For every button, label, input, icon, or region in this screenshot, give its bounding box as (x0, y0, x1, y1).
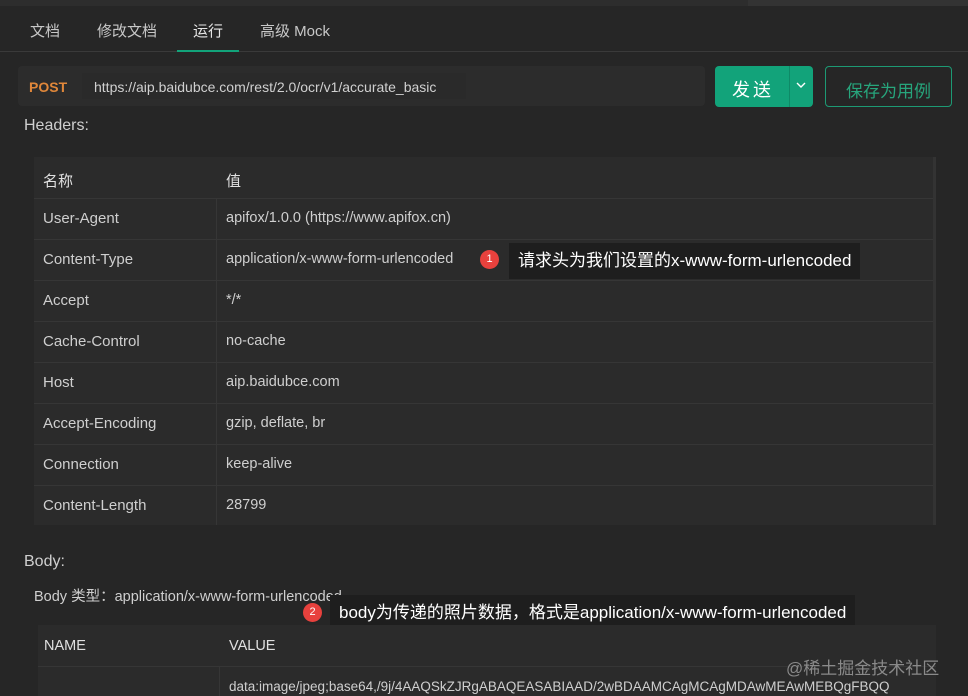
send-button-divider (789, 66, 790, 107)
header-name: Host (43, 374, 74, 391)
header-value: apifox/1.0.0 (https://www.apifox.cn) (226, 210, 451, 226)
column-divider (219, 667, 220, 696)
http-method[interactable]: POST (29, 79, 67, 95)
watermark: @稀土掘金技术社区 (786, 659, 940, 678)
header-value: */* (226, 292, 242, 308)
header-value: no-cache (226, 333, 286, 349)
header-name: Cache-Control (43, 333, 140, 350)
save-as-case-label: 保存为用例 (846, 82, 931, 101)
chevron-down-icon[interactable] (795, 77, 807, 93)
table-right-edge (933, 157, 936, 525)
header-name: Connection (43, 456, 119, 473)
url-input[interactable]: https://aip.baidubce.com/rest/2.0/ocr/v1… (94, 79, 436, 95)
table-row: Accept-Encoding gzip, deflate, br (34, 403, 936, 443)
tab-docs[interactable]: 文档 (30, 20, 60, 41)
send-button-label: 发送 (732, 80, 774, 100)
table-row: Connection keep-alive (34, 444, 936, 484)
send-button[interactable]: 发送 (715, 66, 813, 107)
table-row: Accept */* (34, 280, 936, 320)
active-tab-indicator (177, 50, 239, 52)
save-as-case-button[interactable]: 保存为用例 (825, 66, 952, 107)
header-value: 28799 (226, 497, 267, 513)
header-value: gzip, deflate, br (226, 415, 326, 431)
column-header-value: 值 (226, 173, 242, 190)
tab-advanced-mock[interactable]: 高级 Mock (260, 20, 330, 41)
table-row: Content-Length 28799 (34, 485, 936, 525)
header-name: Content-Type (43, 251, 134, 268)
column-divider (216, 198, 217, 525)
header-value: keep-alive (226, 456, 293, 472)
annotation-badge-1: 1 (480, 250, 499, 269)
header-name: Accept-Encoding (43, 415, 157, 432)
header-value: application/x-www-form-urlencoded (226, 251, 454, 267)
headers-table-header: 名称 值 (34, 157, 936, 198)
headers-section-title: Headers: (24, 117, 89, 134)
request-url-bar[interactable]: POST https://aip.baidubce.com/rest/2.0/o… (18, 66, 705, 106)
annotation-callout-1: 请求头为我们设置的x-www-form-urlencoded (509, 243, 861, 279)
table-row: User-Agent apifox/1.0.0 (https://www.api… (34, 198, 936, 238)
body-type-label: Body 类型：application/x-www-form-urlencode… (34, 589, 342, 605)
headers-table: 名称 值 User-Agent apifox/1.0.0 (https://ww… (34, 157, 936, 525)
header-name: Content-Length (43, 497, 147, 514)
table-row: Cache-Control no-cache (34, 321, 936, 361)
column-header-name: 名称 (43, 173, 74, 190)
body-value-cell: data:image/jpeg;base64,/9j/4AAQSkZJRgABA… (229, 679, 890, 694)
body-section-title: Body: (24, 553, 65, 570)
tab-bar: 文档 修改文档 运行 高级 Mock (0, 6, 968, 52)
header-value: aip.baidubce.com (226, 374, 340, 390)
header-name: Accept (43, 292, 89, 309)
tab-edit-docs[interactable]: 修改文档 (97, 20, 157, 41)
annotation-badge-2: 2 (303, 603, 322, 622)
table-row: Host aip.baidubce.com (34, 362, 936, 402)
column-header-name: NAME (44, 638, 86, 654)
header-name: User-Agent (43, 210, 119, 227)
column-header-value: VALUE (229, 638, 276, 654)
tab-run[interactable]: 运行 (193, 20, 223, 41)
